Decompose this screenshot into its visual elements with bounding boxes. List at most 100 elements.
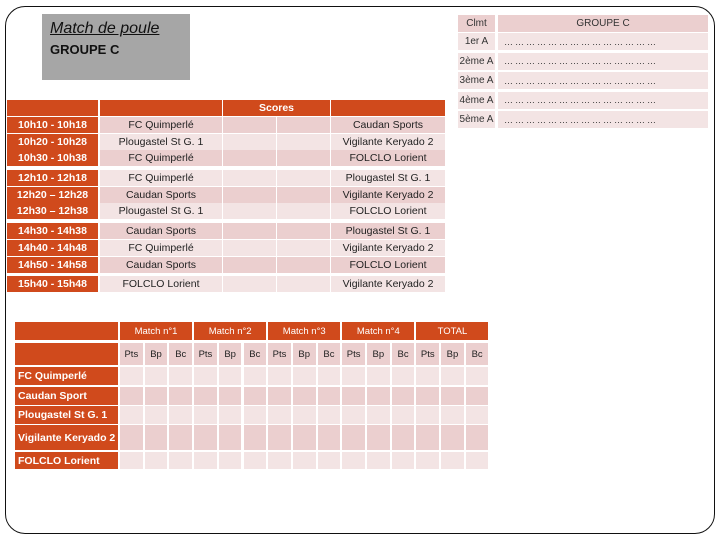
away-score-input[interactable] (277, 276, 330, 292)
away-score-input[interactable] (277, 170, 330, 186)
stat-cell[interactable] (317, 425, 341, 450)
stat-cell[interactable] (416, 387, 440, 405)
stat-cell[interactable] (292, 367, 316, 385)
home-score-input[interactable] (223, 150, 276, 166)
stat-cell[interactable] (194, 406, 217, 424)
home-score-input[interactable] (223, 170, 276, 186)
stat-cell[interactable] (169, 367, 193, 385)
stat-cell[interactable] (367, 425, 390, 450)
home-score-input[interactable] (223, 223, 276, 239)
stat-cell[interactable] (218, 425, 242, 450)
home-score-input[interactable] (223, 187, 276, 203)
away-score-input[interactable] (277, 240, 330, 256)
stat-cell[interactable] (441, 452, 464, 469)
stat-cell[interactable] (268, 452, 291, 469)
stat-cell[interactable] (367, 406, 390, 424)
home-score-input[interactable] (223, 240, 276, 256)
away-score-input[interactable] (277, 257, 330, 273)
stat-cell[interactable] (391, 425, 415, 450)
stat-cell[interactable] (144, 406, 168, 424)
rank-entry[interactable]: …………………………………… (498, 111, 708, 128)
stat-cell[interactable] (391, 406, 415, 424)
stat-cell[interactable] (268, 406, 291, 424)
stat-cell[interactable] (120, 425, 143, 450)
home-score-input[interactable] (223, 203, 276, 219)
stat-cell[interactable] (317, 387, 341, 405)
stat-cell[interactable] (144, 387, 168, 405)
stat-cell[interactable] (218, 367, 242, 385)
stat-cell[interactable] (144, 452, 168, 469)
stat-cell[interactable] (441, 387, 464, 405)
stat-cell[interactable] (292, 406, 316, 424)
stat-cell[interactable] (292, 425, 316, 450)
stat-cell[interactable] (120, 367, 143, 385)
away-score-input[interactable] (277, 117, 330, 133)
stat-cell[interactable] (194, 425, 217, 450)
stat-cell[interactable] (317, 367, 341, 385)
stat-cell[interactable] (391, 367, 415, 385)
stat-cell[interactable] (169, 387, 193, 405)
home-score-input[interactable] (223, 117, 276, 133)
stat-cell[interactable] (342, 406, 365, 424)
home-score-input[interactable] (223, 257, 276, 273)
stat-cell[interactable] (416, 452, 440, 469)
stat-cell[interactable] (194, 387, 217, 405)
stat-cell[interactable] (268, 367, 291, 385)
stat-cell[interactable] (465, 452, 489, 469)
stat-cell[interactable] (342, 367, 365, 385)
stat-cell[interactable] (218, 387, 242, 405)
stat-cell[interactable] (169, 452, 193, 469)
stat-cell[interactable] (441, 367, 464, 385)
stat-cell[interactable] (292, 452, 316, 469)
away-score-input[interactable] (277, 203, 330, 219)
stat-cell[interactable] (169, 406, 193, 424)
stat-cell[interactable] (243, 425, 267, 450)
stat-cell[interactable] (120, 387, 143, 405)
stat-cell[interactable] (243, 387, 267, 405)
stat-cell[interactable] (391, 452, 415, 469)
rank-entry[interactable]: …………………………………… (498, 52, 708, 70)
stat-cell[interactable] (169, 425, 193, 450)
stat-cell[interactable] (268, 425, 291, 450)
stat-cell[interactable] (441, 425, 464, 450)
away-score-input[interactable] (277, 150, 330, 166)
stat-cell[interactable] (465, 406, 489, 424)
rank-entry[interactable]: …………………………………… (498, 72, 708, 89)
stat-cell[interactable] (292, 387, 316, 405)
stat-cell[interactable] (342, 452, 365, 469)
stat-cell[interactable] (416, 406, 440, 424)
stat-cell[interactable] (194, 367, 217, 385)
stat-cell[interactable] (391, 387, 415, 405)
stat-cell[interactable] (243, 452, 267, 469)
stat-cell[interactable] (120, 406, 143, 424)
stat-cell[interactable] (144, 425, 168, 450)
stat-cell[interactable] (367, 452, 390, 469)
stat-cell[interactable] (218, 452, 242, 469)
home-score-input[interactable] (223, 134, 276, 150)
rank-entry[interactable]: …………………………………… (498, 91, 708, 109)
stat-cell[interactable] (465, 367, 489, 385)
stat-cell[interactable] (465, 425, 489, 450)
away-score-input[interactable] (277, 223, 330, 239)
stat-cell[interactable] (367, 367, 390, 385)
stat-cell[interactable] (120, 452, 143, 469)
stat-cell[interactable] (243, 406, 267, 424)
stat-cell[interactable] (268, 387, 291, 405)
stat-cell[interactable] (342, 387, 365, 405)
stat-cell[interactable] (317, 452, 341, 469)
home-score-input[interactable] (223, 276, 276, 292)
stat-cell[interactable] (416, 367, 440, 385)
away-score-input[interactable] (277, 134, 330, 150)
stat-cell[interactable] (416, 425, 440, 450)
stat-cell[interactable] (367, 387, 390, 405)
stat-cell[interactable] (243, 367, 267, 385)
stat-cell[interactable] (465, 387, 489, 405)
away-score-input[interactable] (277, 187, 330, 203)
stat-cell[interactable] (317, 406, 341, 424)
rank-entry[interactable]: …………………………………… (498, 33, 708, 50)
stat-cell[interactable] (218, 406, 242, 424)
stat-cell[interactable] (194, 452, 217, 469)
stat-cell[interactable] (144, 367, 168, 385)
stat-cell[interactable] (342, 425, 365, 450)
stat-cell[interactable] (441, 406, 464, 424)
